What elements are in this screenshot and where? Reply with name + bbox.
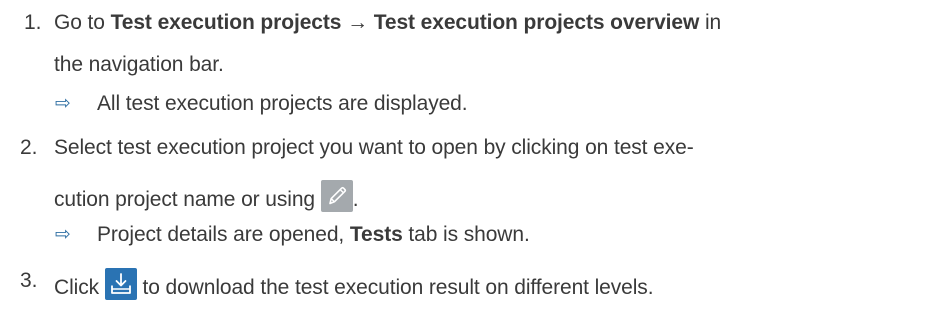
step-2-result-pre: Project details are opened, [97,223,350,246]
step-2-line-1: Select test execution project you want t… [54,136,694,159]
step-3-number: 3. [20,269,38,292]
edit-pencil-icon [320,180,353,212]
step-2-number: 2. [20,136,38,159]
step-2-result: Project details are opened, Tests tab is… [97,222,530,248]
step-3-post: to download the test execution result on… [136,276,654,299]
step-3-pre: Click [54,276,105,299]
step-1-number: 1. [24,11,42,34]
download-icon [104,268,137,300]
step-2-result-post: tab is shown. [402,223,530,246]
step-1-post: in [699,11,722,34]
step-2-line-2: cution project name or using . [54,180,359,213]
menu-path-test-execution-projects: Test execution projects [110,11,342,34]
menu-path-projects-overview: Test execution projects overview [373,11,700,34]
step-1-result-arrow-icon: ⇨ [55,93,71,114]
step-1-pre: Go to [54,11,111,34]
tests-tab-name: Tests [349,223,403,246]
instruction-steps: 1. Go to Test execution projects → Test … [0,0,931,315]
step-2-result-arrow-icon: ⇨ [55,224,71,245]
step-1-line-2: the navigation bar. [54,53,224,76]
step-2-line-2-text: cution project name or using [54,188,321,211]
menu-path-arrow: → [341,11,374,34]
step-1-result: All test execution projects are displaye… [97,92,468,115]
step-2-line-2-end: . [352,188,359,211]
step-1-line-1: Go to Test execution projects → Test exe… [54,10,721,36]
step-3-line: Click to download the test execution res… [54,268,654,301]
